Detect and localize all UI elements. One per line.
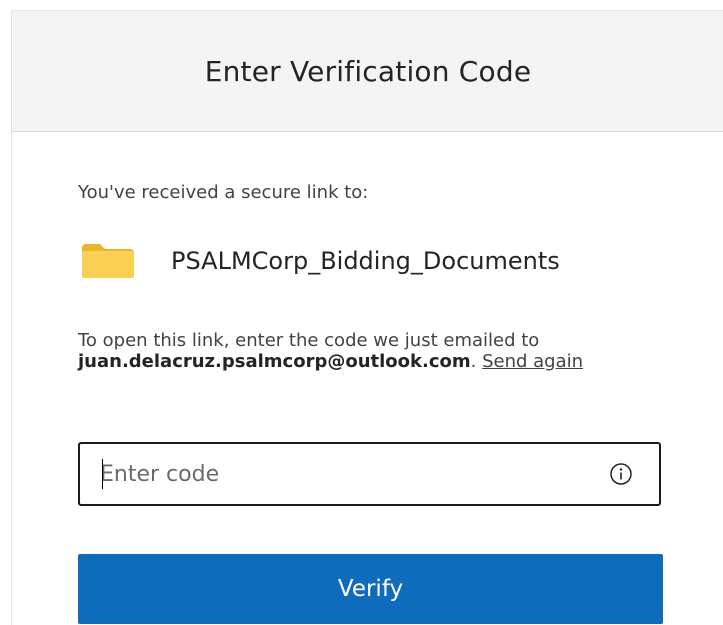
file-name: PSALMCorp_Bidding_Documents	[171, 247, 560, 275]
page-title: Enter Verification Code	[204, 54, 532, 88]
email-address: juan.delacruz.psalmcorp@outlook.com	[78, 351, 471, 372]
instructions-text: To open this link, enter the code we jus…	[78, 330, 668, 372]
folder-icon	[80, 242, 136, 280]
text-caret	[102, 459, 103, 489]
card-header: Enter Verification Code	[12, 11, 723, 132]
code-input-container	[78, 442, 661, 506]
info-icon[interactable]	[609, 462, 633, 486]
shared-file-row: PSALMCorp_Bidding_Documents	[80, 242, 560, 280]
received-link-text: You've received a secure link to:	[78, 182, 369, 203]
instructions-prefix: To open this link, enter the code we jus…	[78, 330, 540, 351]
instructions-separator: .	[470, 351, 483, 372]
code-input[interactable]	[80, 443, 609, 505]
verify-button[interactable]: Verify	[78, 554, 663, 624]
send-again-link[interactable]: Send again	[482, 351, 583, 372]
verification-card: Enter Verification Code You've received …	[11, 10, 723, 625]
page: Enter Verification Code You've received …	[0, 0, 723, 625]
